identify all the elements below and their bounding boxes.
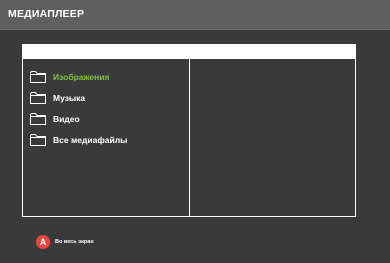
folder-item-music[interactable]: Музыка	[30, 87, 127, 108]
fullscreen-label: Во весь экран	[55, 239, 94, 245]
title-bar: МЕДИАПЛЕЕР	[0, 0, 390, 30]
folder-icon	[30, 71, 46, 83]
folder-label: Музыка	[53, 92, 86, 103]
panel-divider	[189, 59, 190, 216]
folder-label: Все медиафайлы	[53, 134, 128, 145]
fullscreen-action[interactable]: A Во весь экран	[36, 235, 94, 249]
folder-list: Изображения Музыка Видео Все медиафайлы	[30, 66, 127, 150]
folder-item-images[interactable]: Изображения	[30, 66, 127, 87]
folder-icon	[30, 134, 46, 146]
path-bar	[22, 44, 356, 58]
folder-item-video[interactable]: Видео	[30, 108, 127, 129]
browser-panels: Изображения Музыка Видео Все медиафайлы	[22, 58, 356, 217]
folder-label: Изображения	[53, 71, 110, 82]
folder-icon	[30, 113, 46, 125]
page-title: МЕДИАПЛЕЕР	[8, 8, 85, 20]
a-button-icon[interactable]: A	[36, 235, 50, 249]
media-player-screen: МЕДИАПЛЕЕР Изображения Музыка Видео Все …	[0, 0, 390, 263]
folder-label: Видео	[53, 113, 80, 124]
folder-item-all-media[interactable]: Все медиафайлы	[30, 129, 127, 150]
folder-icon	[30, 92, 46, 104]
